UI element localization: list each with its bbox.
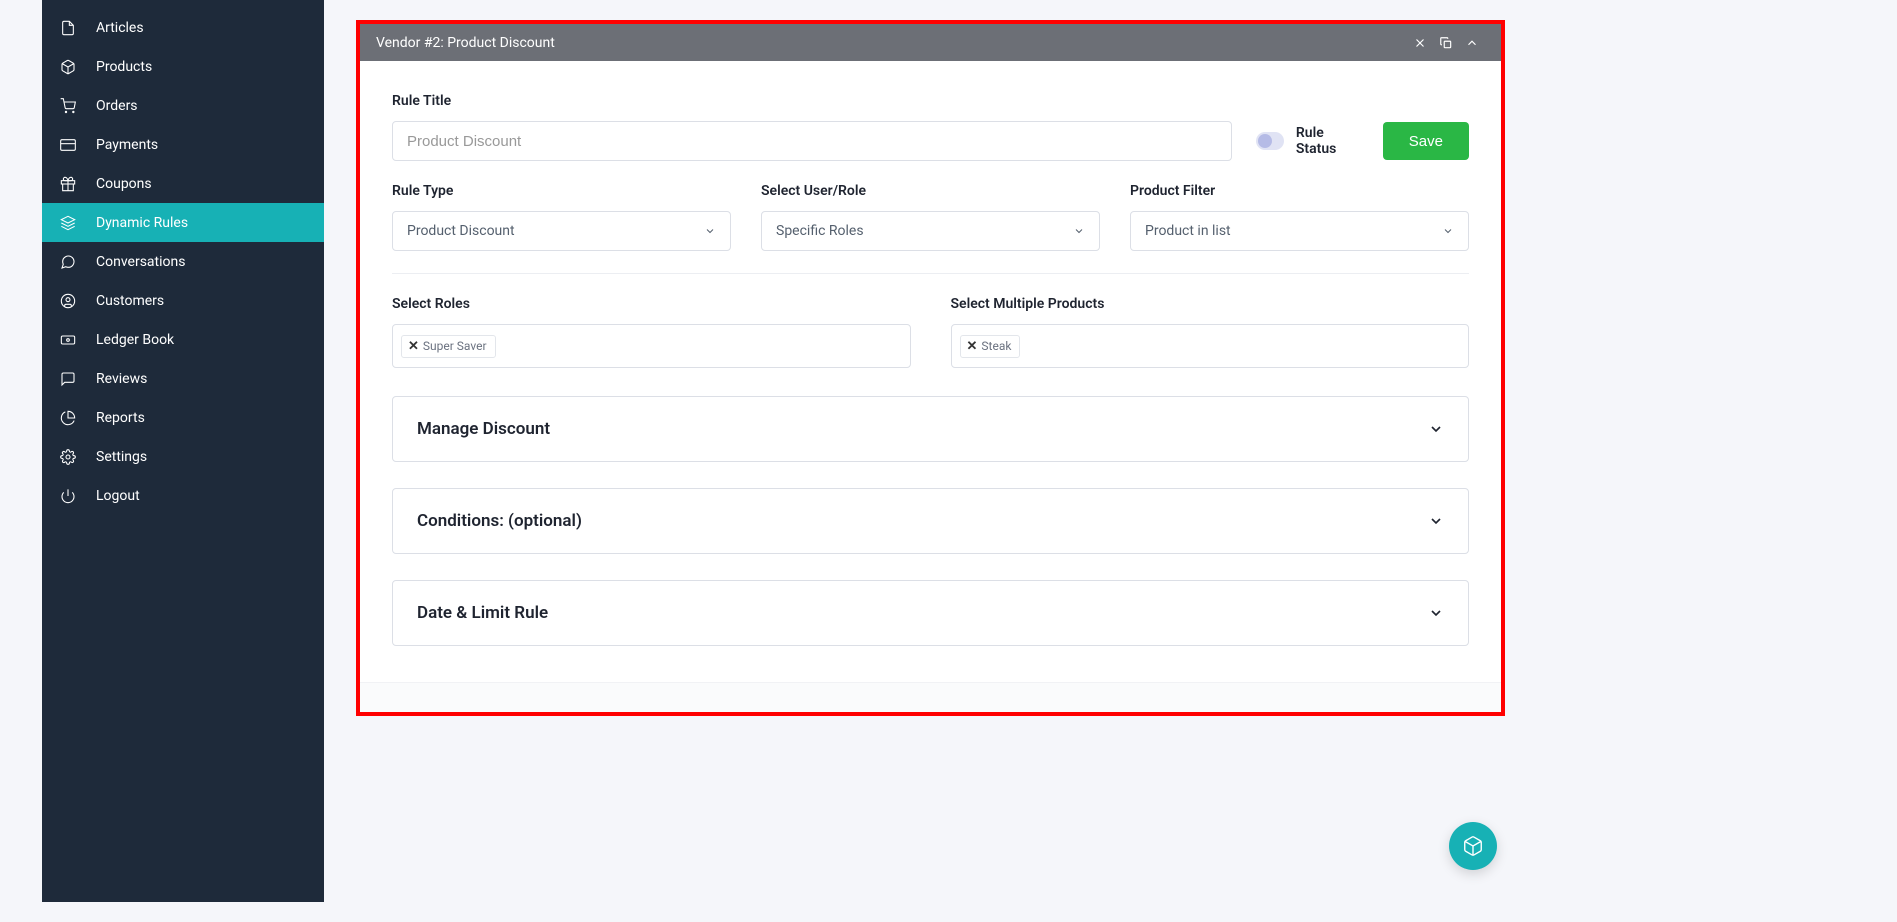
role-tag: ✕ Super Saver — [401, 335, 496, 358]
panel-footer — [360, 682, 1501, 712]
select-user-role-label: Select User/Role — [761, 183, 1100, 199]
close-icon[interactable] — [1407, 36, 1433, 50]
chevron-down-icon — [1428, 605, 1444, 621]
select-products-input[interactable]: ✕ Steak — [951, 324, 1470, 368]
remove-tag-icon[interactable]: ✕ — [967, 339, 978, 354]
panel-title: Vendor #2: Product Discount — [376, 35, 555, 51]
box-icon — [60, 59, 96, 75]
select-roles-input[interactable]: ✕ Super Saver — [392, 324, 911, 368]
power-icon — [60, 488, 96, 504]
sidebar-item-dynamic-rules[interactable]: Dynamic Rules — [42, 203, 324, 242]
sidebar-item-label: Articles — [96, 20, 144, 36]
cart-icon — [60, 98, 96, 114]
product-filter-value: Product in list — [1145, 223, 1231, 239]
product-tag-label: Steak — [981, 339, 1011, 353]
select-roles-label: Select Roles — [392, 296, 911, 312]
highlighted-panel: Vendor #2: Product Discount Rule Title R… — [356, 20, 1505, 716]
sidebar-item-label: Ledger Book — [96, 332, 174, 348]
sidebar-item-label: Conversations — [96, 254, 185, 270]
sidebar-item-label: Dynamic Rules — [96, 215, 188, 231]
accordion-conditions[interactable]: Conditions: (optional) — [392, 488, 1469, 554]
sidebar-item-label: Customers — [96, 293, 164, 309]
accordion-date-limit[interactable]: Date & Limit Rule — [392, 580, 1469, 646]
sidebar-item-reviews[interactable]: Reviews — [42, 359, 324, 398]
sidebar: Articles Products Orders Payments Coupon… — [42, 0, 324, 902]
sidebar-item-coupons[interactable]: Coupons — [42, 164, 324, 203]
sidebar-item-label: Coupons — [96, 176, 152, 192]
rule-title-label: Rule Title — [392, 93, 1232, 109]
divider — [392, 273, 1469, 274]
gift-icon — [60, 176, 96, 192]
sidebar-item-label: Orders — [96, 98, 138, 114]
sidebar-item-articles[interactable]: Articles — [42, 8, 324, 47]
sidebar-item-label: Reviews — [96, 371, 147, 387]
remove-tag-icon[interactable]: ✕ — [408, 339, 419, 354]
select-user-role-value: Specific Roles — [776, 223, 864, 239]
box-icon — [1462, 835, 1484, 857]
sidebar-item-products[interactable]: Products — [42, 47, 324, 86]
sidebar-item-customers[interactable]: Customers — [42, 281, 324, 320]
chevron-down-icon — [1442, 225, 1454, 237]
sidebar-item-label: Settings — [96, 449, 147, 465]
sidebar-item-ledger-book[interactable]: Ledger Book — [42, 320, 324, 359]
panel-header: Vendor #2: Product Discount — [360, 24, 1501, 61]
accordion-title: Date & Limit Rule — [417, 603, 548, 623]
chevron-up-icon[interactable] — [1459, 36, 1485, 50]
copy-icon[interactable] — [1433, 36, 1459, 50]
rule-status-label: Rule Status — [1296, 125, 1355, 157]
product-tag: ✕ Steak — [960, 335, 1021, 358]
sidebar-item-logout[interactable]: Logout — [42, 476, 324, 515]
main-content: Vendor #2: Product Discount Rule Title R… — [324, 20, 1537, 716]
money-icon — [60, 332, 96, 348]
user-icon — [60, 293, 96, 309]
sidebar-item-label: Logout — [96, 488, 140, 504]
select-user-role-select[interactable]: Specific Roles — [761, 211, 1100, 251]
accordion-manage-discount[interactable]: Manage Discount — [392, 396, 1469, 462]
sidebar-item-conversations[interactable]: Conversations — [42, 242, 324, 281]
fab-button[interactable] — [1449, 822, 1497, 870]
message-icon — [60, 371, 96, 387]
chevron-down-icon — [704, 225, 716, 237]
rule-type-label: Rule Type — [392, 183, 731, 199]
chevron-down-icon — [1428, 421, 1444, 437]
chevron-down-icon — [1428, 513, 1444, 529]
sidebar-item-label: Products — [96, 59, 152, 75]
product-filter-label: Product Filter — [1130, 183, 1469, 199]
rule-status-toggle[interactable] — [1256, 132, 1284, 150]
sidebar-item-label: Reports — [96, 410, 145, 426]
chevron-down-icon — [1073, 225, 1085, 237]
layers-icon — [60, 215, 96, 231]
accordion-title: Conditions: (optional) — [417, 511, 582, 531]
credit-card-icon — [60, 137, 96, 153]
chat-icon — [60, 254, 96, 270]
save-button[interactable]: Save — [1383, 122, 1469, 160]
sidebar-item-payments[interactable]: Payments — [42, 125, 324, 164]
rule-type-value: Product Discount — [407, 223, 515, 239]
sidebar-item-label: Payments — [96, 137, 158, 153]
piechart-icon — [60, 410, 96, 426]
rule-title-input[interactable] — [392, 121, 1232, 161]
document-icon — [60, 20, 96, 36]
sidebar-item-settings[interactable]: Settings — [42, 437, 324, 476]
gear-icon — [60, 449, 96, 465]
sidebar-item-reports[interactable]: Reports — [42, 398, 324, 437]
sidebar-item-orders[interactable]: Orders — [42, 86, 324, 125]
accordion-title: Manage Discount — [417, 419, 550, 439]
rule-type-select[interactable]: Product Discount — [392, 211, 731, 251]
role-tag-label: Super Saver — [423, 339, 487, 353]
panel-body: Rule Title Rule Status Save Rule Type Pr… — [360, 61, 1501, 682]
product-filter-select[interactable]: Product in list — [1130, 211, 1469, 251]
select-products-label: Select Multiple Products — [951, 296, 1470, 312]
